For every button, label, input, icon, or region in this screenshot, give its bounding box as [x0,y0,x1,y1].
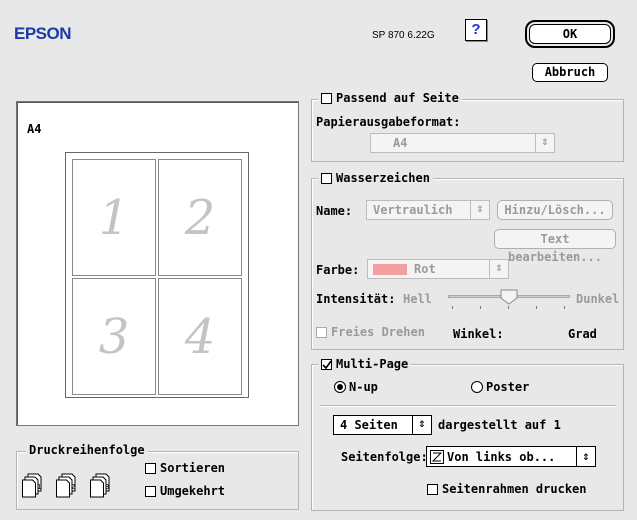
angle-unit: Grad [568,327,597,341]
poster-radio[interactable]: Poster [471,380,529,394]
intensity-low-label: Hell [403,292,432,306]
pages-per-sheet-select[interactable]: 4 Seiten ⇕ [333,415,432,435]
preview-page-2: 2 [158,159,242,276]
multi-page-divider [320,405,616,407]
page-border-box[interactable] [427,484,438,495]
color-select[interactable]: Rot ⇕ [367,259,509,279]
reverse-box[interactable] [145,486,156,497]
preview-panel: A4 1 2 3 4 [16,101,299,426]
updown-arrow-icon: ⇕ [470,201,489,219]
color-value: Rot [414,262,436,276]
watermark-box[interactable] [321,173,332,184]
free-rotate-box[interactable] [316,327,327,338]
cancel-button[interactable]: Abbruch [532,63,608,82]
edit-text-button[interactable]: Text bearbeiten... [494,229,616,264]
slider-tick [564,306,565,309]
slider-thumb[interactable] [500,289,518,305]
checkmark-icon [322,360,332,370]
svg-text:2: 2 [71,483,75,491]
preview-page-1: 1 [72,159,156,276]
help-label: ? [471,21,481,38]
multi-page-label: Multi-Page [336,357,409,371]
slider-tick [480,306,481,309]
print-order-title: Druckreihenfolge [26,443,148,457]
paper-format-label: Papierausgabeformat: [316,115,461,129]
pages-suffix: dargestellt auf 1 [438,418,561,432]
slider-tick [452,306,453,309]
intensity-label: Intensität: [316,292,396,306]
fit-to-page-checkbox[interactable]: Passend auf Seite [318,91,462,105]
intensity-slider[interactable] [448,289,570,313]
watermark-label: Wasserzeichen [336,171,430,185]
nup-label: N-up [349,380,378,394]
page-order-label: Seitenfolge: [341,450,428,464]
updown-arrow-icon: ⇕ [412,416,431,434]
color-label: Farbe: [316,263,360,277]
slider-tick [536,306,537,309]
add-delete-button[interactable]: Hinzu/Lösch... [497,200,613,220]
angle-label: Winkel: [453,327,504,341]
updown-arrow-icon: ⇕ [489,260,508,278]
preview-page-4: 4 [158,278,242,395]
nup-radio-dot[interactable] [334,381,346,393]
multi-page-checkbox[interactable]: Multi-Page [318,357,412,371]
preview-sheet: 1 2 3 4 [65,152,249,398]
watermark-name-label: Name: [316,204,353,218]
driver-version: SP 870 6.22G [372,30,435,41]
print-order-icons: 1 2 3 [22,470,132,498]
fit-to-page-box[interactable] [321,93,332,104]
free-rotate-checkbox[interactable]: Freies Drehen [316,325,425,339]
collate-label: Sortieren [160,461,226,475]
svg-text:3: 3 [105,483,109,491]
reverse-checkbox[interactable]: Umgekehrt [145,484,225,498]
preview-paper-label: A4 [27,122,42,136]
page-order-select[interactable]: Von links ob... ⇕ [426,446,596,467]
updown-arrow-icon: ⇕ [576,447,595,466]
ok-button[interactable]: OK [525,20,615,48]
collate-box[interactable] [145,463,156,474]
intensity-high-label: Dunkel [576,292,620,306]
page-order-value: Von links ob... [447,450,556,464]
nup-radio[interactable]: N-up [334,380,378,394]
svg-text:1: 1 [37,483,41,491]
updown-arrow-icon: ⇕ [535,134,554,152]
paper-format-value: A4 [393,136,408,150]
color-swatch [373,264,407,275]
preview-page-3: 3 [72,278,156,395]
poster-label: Poster [486,380,530,394]
page-order-icon: 1 2 3 [22,473,110,498]
paper-format-select[interactable]: A4 ⇕ [370,133,555,153]
multi-page-box[interactable] [321,359,332,370]
slider-tick [508,306,509,309]
page-border-checkbox[interactable]: Seitenrahmen drucken [427,482,587,496]
watermark-checkbox[interactable]: Wasserzeichen [318,171,433,185]
page-border-label: Seitenrahmen drucken [442,482,587,496]
watermark-name-value: Vertraulich [373,203,453,217]
poster-radio-dot[interactable] [471,381,483,393]
free-rotate-label: Freies Drehen [331,325,425,339]
watermark-name-select[interactable]: Vertraulich ⇕ [366,200,490,220]
collate-checkbox[interactable]: Sortieren [145,461,225,475]
epson-logo: EPSON [14,24,72,43]
help-icon[interactable]: ? [465,19,487,41]
z-order-icon [430,450,444,464]
reverse-label: Umgekehrt [160,484,226,498]
pages-per-sheet-value: 4 Seiten [340,418,398,432]
fit-to-page-label: Passend auf Seite [336,91,459,105]
